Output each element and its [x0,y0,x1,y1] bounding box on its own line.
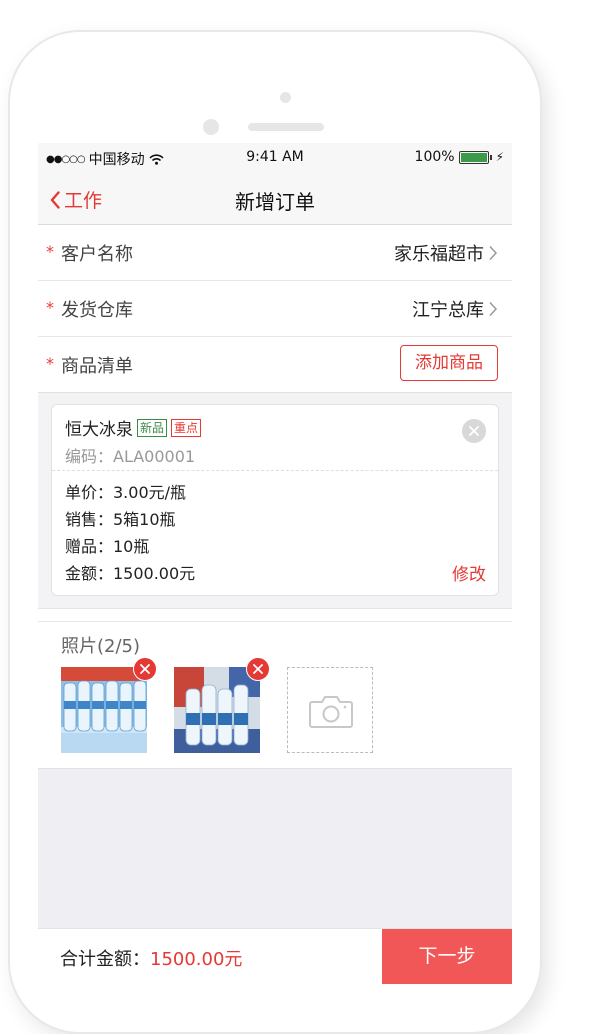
order-form: * 客户名称 家乐福超市 * 发货仓库 江宁总库 * 商品清单 添加商品 恒大冰… [38,225,512,769]
required-asterisk: * [46,354,54,373]
required-asterisk: * [46,298,54,317]
total-group: 合计金额：1500.00元 [60,945,242,971]
bottom-bar: 合计金额：1500.00元 下一步 [38,928,512,984]
status-bar: ●●○○○ 中国移动 9:41 AM 100% ⚡ [38,143,512,173]
gift-quantity: 赠品：10瓶 [65,537,150,556]
next-step-button[interactable]: 下一步 [382,929,512,984]
chevron-right-icon [489,301,498,317]
earpiece-speaker [248,123,324,131]
customer-label: 客户名称 [61,244,133,265]
product-name-group: 恒大冰泉 新品 重点 [65,415,202,440]
battery-percent: 100% [414,149,455,165]
customer-row[interactable]: * 客户名称 家乐福超市 [38,225,512,281]
unit-price: 单价：3.00元/瓶 [65,483,187,502]
delete-photo-button[interactable] [133,657,157,681]
customer-value-group: 家乐福超市 [394,240,498,266]
water-bottles-photo-2 [174,667,260,753]
add-product-button[interactable]: 添加商品 [400,345,498,381]
sales-quantity: 销售：5箱10瓶 [65,510,176,529]
product-list-label: 商品清单 [61,356,133,377]
product-amount: 金额：1500.00元 [65,564,196,583]
product-card-header: 恒大冰泉 新品 重点 编码：ALA00001 [52,405,498,471]
edit-product-button[interactable]: 修改 [452,560,486,585]
total-label: 合计金额： [60,949,150,970]
product-list-row: * 商品清单 添加商品 [38,337,512,393]
water-bottles-photo-1 [61,667,147,753]
proximity-sensor [280,92,291,103]
product-card: 恒大冰泉 新品 重点 编码：ALA00001 单价：3.00元/瓶 销售：5箱1… [51,404,499,596]
charging-bolt-icon: ⚡ [495,150,504,164]
product-section: 恒大冰泉 新品 重点 编码：ALA00001 单价：3.00元/瓶 销售：5箱1… [38,393,512,609]
warehouse-value-group: 江宁总库 [412,296,498,322]
close-icon [253,664,263,674]
product-name: 恒大冰泉 [65,420,133,440]
navigation-bar: 工作 新增订单 [38,173,512,225]
customer-value: 家乐福超市 [394,244,484,265]
camera-icon [309,696,353,728]
add-photo-button[interactable] [287,667,373,753]
photo-thumbnail[interactable] [61,657,157,753]
key-product-tag: 重点 [171,418,202,437]
front-camera [203,119,219,135]
close-icon [469,426,479,436]
remove-product-button[interactable] [462,419,486,443]
warehouse-value: 江宁总库 [412,300,484,321]
photos-title: 照片(2/5) [61,636,141,657]
delete-photo-button[interactable] [246,657,270,681]
app-screen: ●●○○○ 中国移动 9:41 AM 100% ⚡ 工作 新增订单 * 客户名称… [38,143,512,984]
photos-section: 照片(2/5) [38,621,512,769]
battery-group: 100% ⚡ [415,149,504,165]
photo-thumbnail[interactable] [174,657,270,753]
battery-tip [489,154,492,160]
new-product-tag: 新品 [137,418,168,437]
product-card-body: 单价：3.00元/瓶 销售：5箱10瓶 赠品：10瓶 金额：1500.00元 修… [52,471,498,595]
close-icon [140,664,150,674]
battery-icon [458,150,489,164]
total-amount: 1500.00元 [150,949,243,970]
page-title: 新增订单 [235,190,315,214]
warehouse-row[interactable]: * 发货仓库 江宁总库 [38,281,512,337]
product-code: 编码：ALA00001 [65,447,196,466]
warehouse-label: 发货仓库 [61,300,133,321]
chevron-right-icon [489,245,498,261]
required-asterisk: * [46,242,54,261]
